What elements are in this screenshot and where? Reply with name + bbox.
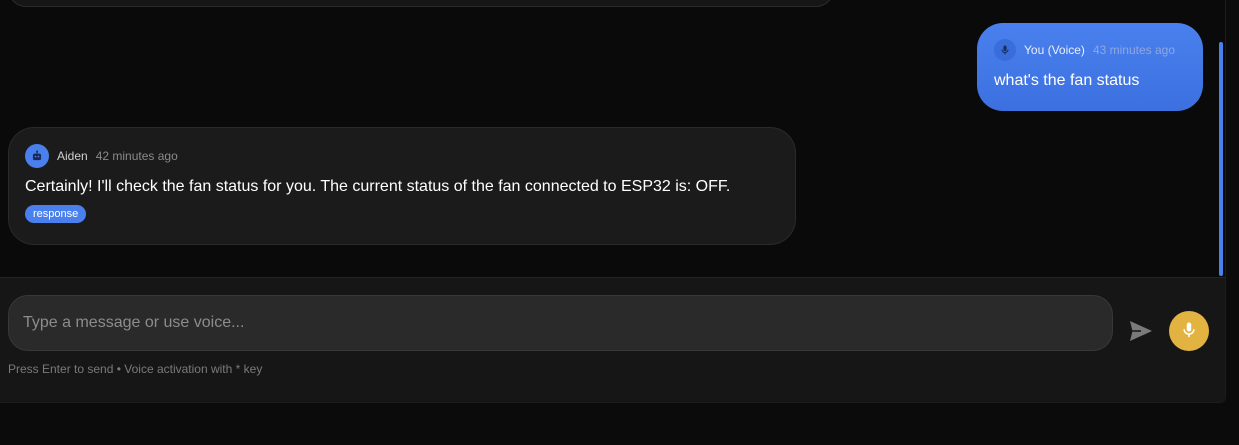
assistant-message-time: 42 minutes ago: [95, 149, 178, 163]
assistant-message-text: Certainly! I'll check the fan status for…: [25, 178, 731, 195]
scrollbar-thumb[interactable]: [1219, 42, 1223, 276]
voice-input-button[interactable]: [1169, 311, 1209, 351]
user-sender-name: You (Voice): [1024, 43, 1085, 57]
assistant-sender-name: Aiden: [57, 149, 88, 163]
input-hint: Press Enter to send • Voice activation w…: [8, 362, 263, 376]
robot-icon: [25, 144, 49, 168]
user-message-bubble: You (Voice) 43 minutes ago what's the fa…: [977, 23, 1203, 111]
message-input[interactable]: [8, 295, 1113, 351]
send-icon: [1129, 320, 1153, 345]
assistant-message-meta: Aiden 42 minutes ago: [25, 144, 779, 168]
chat-scrollbar[interactable]: [1217, 0, 1225, 277]
send-button[interactable]: [1127, 318, 1155, 346]
message-list: You (Voice) 43 minutes ago what's the fa…: [0, 0, 1225, 277]
previous-message-bubble: [8, 0, 834, 7]
user-message-text: what's the fan status: [994, 72, 1140, 89]
microphone-icon: [1180, 321, 1198, 342]
user-message-meta: You (Voice) 43 minutes ago: [994, 39, 1187, 61]
microphone-icon: [994, 39, 1016, 61]
assistant-message-bubble: Aiden 42 minutes ago Certainly! I'll che…: [8, 127, 796, 245]
user-message-time: 43 minutes ago: [1092, 43, 1175, 57]
composer-panel: Press Enter to send • Voice activation w…: [0, 277, 1225, 402]
response-tag: response: [25, 205, 87, 223]
chat-window: You (Voice) 43 minutes ago what's the fa…: [0, 0, 1226, 403]
